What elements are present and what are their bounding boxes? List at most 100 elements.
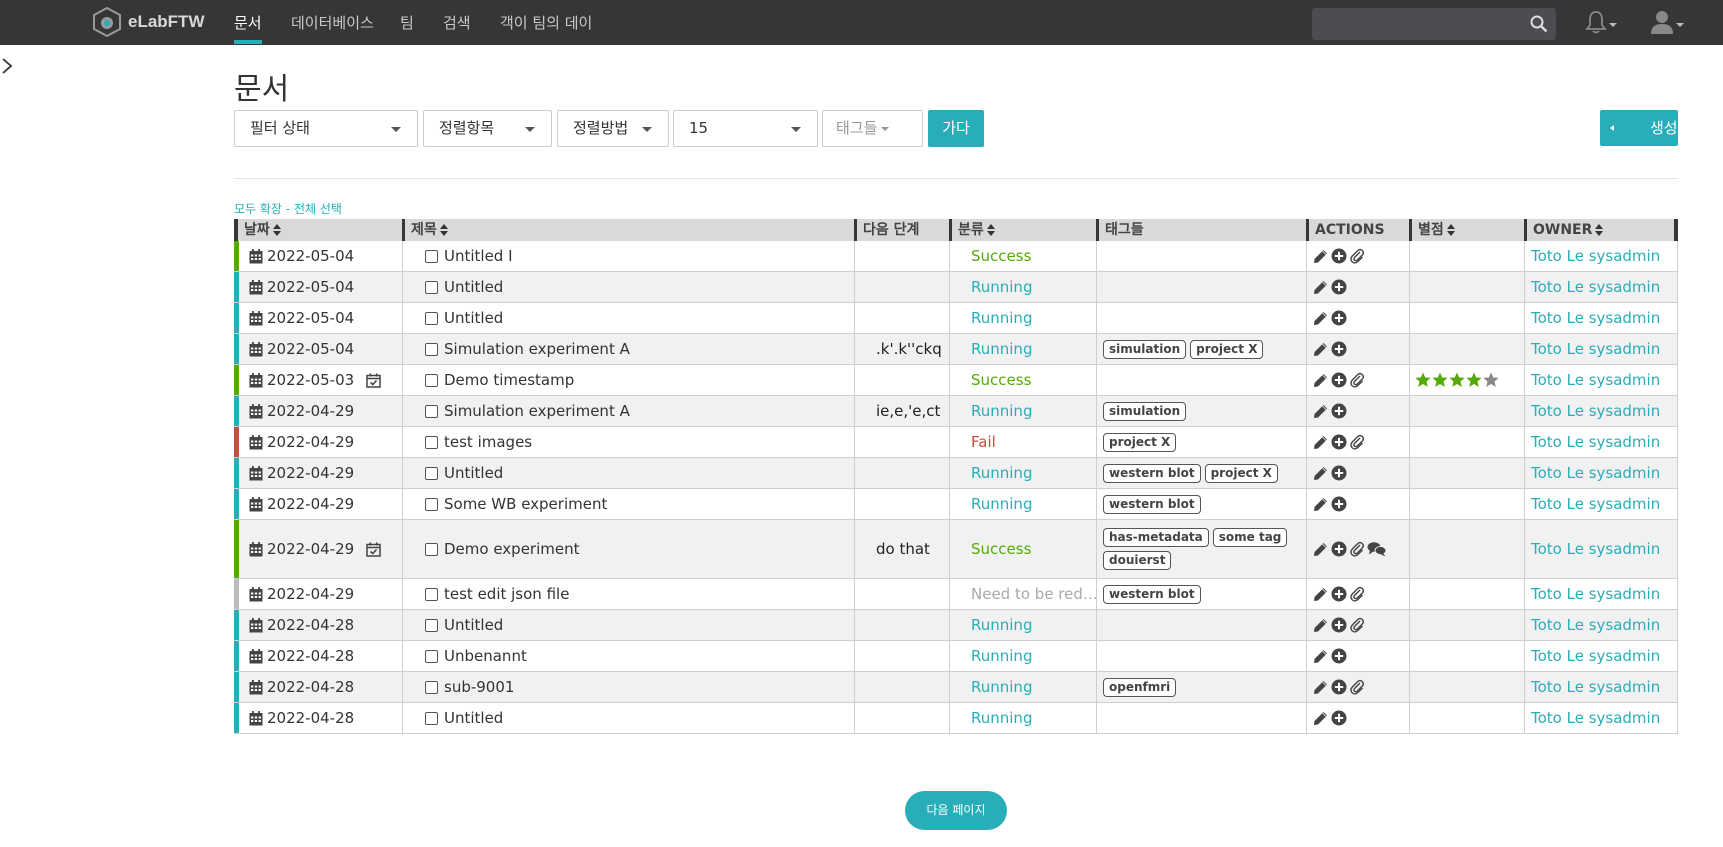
owner-name[interactable]: Toto Le sysadmin [1531,678,1660,696]
table-row[interactable]: 2022-04-29 test images Fail project X Toto L… [234,427,1678,458]
pencil-icon[interactable] [1313,649,1328,664]
plus-circle-icon[interactable] [1331,710,1347,726]
plus-circle-icon[interactable] [1331,372,1347,388]
table-row[interactable]: 2022-04-29 Simulation experiment A ie,e,'e… [234,396,1678,427]
row-checkbox[interactable] [425,342,438,356]
title-cell[interactable]: Simulation experiment A [402,334,854,364]
owner-name[interactable]: Toto Le sysadmin [1531,495,1660,513]
tag-badge[interactable]: douierst [1103,551,1172,570]
table-row[interactable]: 2022-04-28 Untitled Running Toto Le sysadmi… [234,610,1678,641]
entry-title[interactable]: Demo timestamp [444,371,574,389]
owner-name[interactable]: Toto Le sysadmin [1531,278,1660,296]
nav-link-database[interactable]: 데이터베이스 [291,12,374,33]
notifications-menu[interactable] [1585,10,1617,34]
owner-cell[interactable]: Toto Le sysadmin [1524,579,1674,609]
header-date[interactable]: 날짜 [238,219,402,241]
plus-circle-icon[interactable] [1331,586,1347,602]
title-cell[interactable]: Some WB experiment [402,489,854,519]
owner-name[interactable]: Toto Le sysadmin [1531,433,1660,451]
row-checkbox[interactable] [425,711,438,725]
owner-name[interactable]: Toto Le sysadmin [1531,709,1660,727]
user-menu[interactable] [1650,9,1684,35]
row-checkbox[interactable] [425,497,438,511]
tag-badge[interactable]: project X [1103,432,1177,452]
limit-select[interactable]: 15 [673,110,818,147]
header-owner[interactable]: OWNER [1524,219,1674,241]
pencil-icon[interactable] [1313,435,1328,450]
table-row[interactable]: 2022-05-04 Untitled Running Toto Le sysadmi… [234,272,1678,303]
title-cell[interactable]: Untitled I [402,241,854,271]
pencil-icon[interactable] [1313,542,1328,557]
row-checkbox[interactable] [425,680,438,694]
table-row[interactable]: 2022-04-29 Some WB experiment Running weste… [234,489,1678,520]
owner-name[interactable]: Toto Le sysadmin [1531,464,1660,482]
owner-cell[interactable]: Toto Le sysadmin [1524,641,1674,671]
plus-circle-icon[interactable] [1331,617,1347,633]
entry-title[interactable]: Untitled I [444,247,513,265]
table-row[interactable]: 2022-05-03 Demo timestamp Success Toto Le s… [234,365,1678,396]
entry-title[interactable]: test images [444,433,532,451]
tag-badge[interactable]: western blot [1103,494,1201,514]
table-row[interactable]: 2022-05-04 Untitled Running Toto Le sysadmi… [234,303,1678,334]
owner-name[interactable]: Toto Le sysadmin [1531,540,1660,558]
next-page-button[interactable]: 다음 페이지 [905,791,1007,830]
row-checkbox[interactable] [425,466,438,480]
sidebar-toggle-icon[interactable] [0,56,14,76]
title-cell[interactable]: Untitled [402,610,854,640]
nav-link-team[interactable]: 팀 [400,12,414,33]
title-cell[interactable]: Untitled [402,458,854,488]
entry-title[interactable]: Untitled [444,464,503,482]
owner-name[interactable]: Toto Le sysadmin [1531,340,1660,358]
pencil-icon[interactable] [1313,587,1328,602]
tag-badge[interactable]: has-metadata [1103,528,1209,547]
owner-cell[interactable]: Toto Le sysadmin [1524,241,1674,271]
filter-status-select[interactable]: 필터 상태 [234,110,418,147]
header-rating[interactable]: 별점 [1409,219,1524,241]
tag-badge[interactable]: simulation [1103,401,1187,421]
owner-cell[interactable]: Toto Le sysadmin [1524,672,1674,702]
nav-link-experiments[interactable]: 문서 [234,12,262,33]
owner-cell[interactable]: Toto Le sysadmin [1524,520,1674,578]
plus-circle-icon[interactable] [1331,341,1347,357]
search-input[interactable] [1320,8,1520,38]
owner-name[interactable]: Toto Le sysadmin [1531,309,1660,327]
title-cell[interactable]: Demo experiment [402,520,854,578]
title-cell[interactable]: Untitled [402,272,854,302]
pencil-icon[interactable] [1313,466,1328,481]
tag-badge[interactable]: simulation [1103,339,1187,359]
row-checkbox[interactable] [425,649,438,663]
nav-link-search[interactable]: 검색 [443,12,471,33]
tag-badge[interactable]: project X [1204,463,1278,483]
pencil-icon[interactable] [1313,404,1328,419]
owner-name[interactable]: Toto Le sysadmin [1531,371,1660,389]
table-row[interactable]: 2022-04-29 Untitled Running western blot pro… [234,458,1678,489]
owner-cell[interactable]: Toto Le sysadmin [1524,334,1674,364]
owner-name[interactable]: Toto Le sysadmin [1531,616,1660,634]
plus-circle-icon[interactable] [1331,496,1347,512]
table-row[interactable]: 2022-04-28 Untitled Running Toto Le sysadmi… [234,703,1678,734]
sort-select[interactable]: 정렬방법 [557,110,669,147]
owner-cell[interactable]: Toto Le sysadmin [1524,458,1674,488]
owner-cell[interactable]: Toto Le sysadmin [1524,272,1674,302]
entry-title[interactable]: Demo experiment [444,540,580,558]
owner-name[interactable]: Toto Le sysadmin [1531,402,1660,420]
table-row[interactable]: 2022-04-28 Unbenannt Running Toto Le sysadm… [234,641,1678,672]
row-checkbox[interactable] [425,587,438,601]
expand-all-link[interactable]: 모두 확장 [234,202,282,216]
row-checkbox[interactable] [425,311,438,325]
tag-badge[interactable]: western blot [1103,584,1201,604]
title-cell[interactable]: Untitled [402,303,854,333]
title-cell[interactable]: Demo timestamp [402,365,854,395]
star-empty-icon[interactable] [1483,372,1499,388]
pencil-icon[interactable] [1313,249,1328,264]
owner-cell[interactable]: Toto Le sysadmin [1524,303,1674,333]
tag-badge[interactable]: western blot [1103,463,1201,483]
nav-link-team-data[interactable]: 객이 팀의 데이 [500,12,592,33]
star-filled-icon[interactable] [1432,372,1448,388]
owner-cell[interactable]: Toto Le sysadmin [1524,365,1674,395]
create-button[interactable]: 생성 [1600,110,1678,146]
star-filled-icon[interactable] [1466,372,1482,388]
header-category[interactable]: 분류 [949,219,1096,241]
title-cell[interactable]: test images [402,427,854,457]
title-cell[interactable]: test edit json file [402,579,854,609]
